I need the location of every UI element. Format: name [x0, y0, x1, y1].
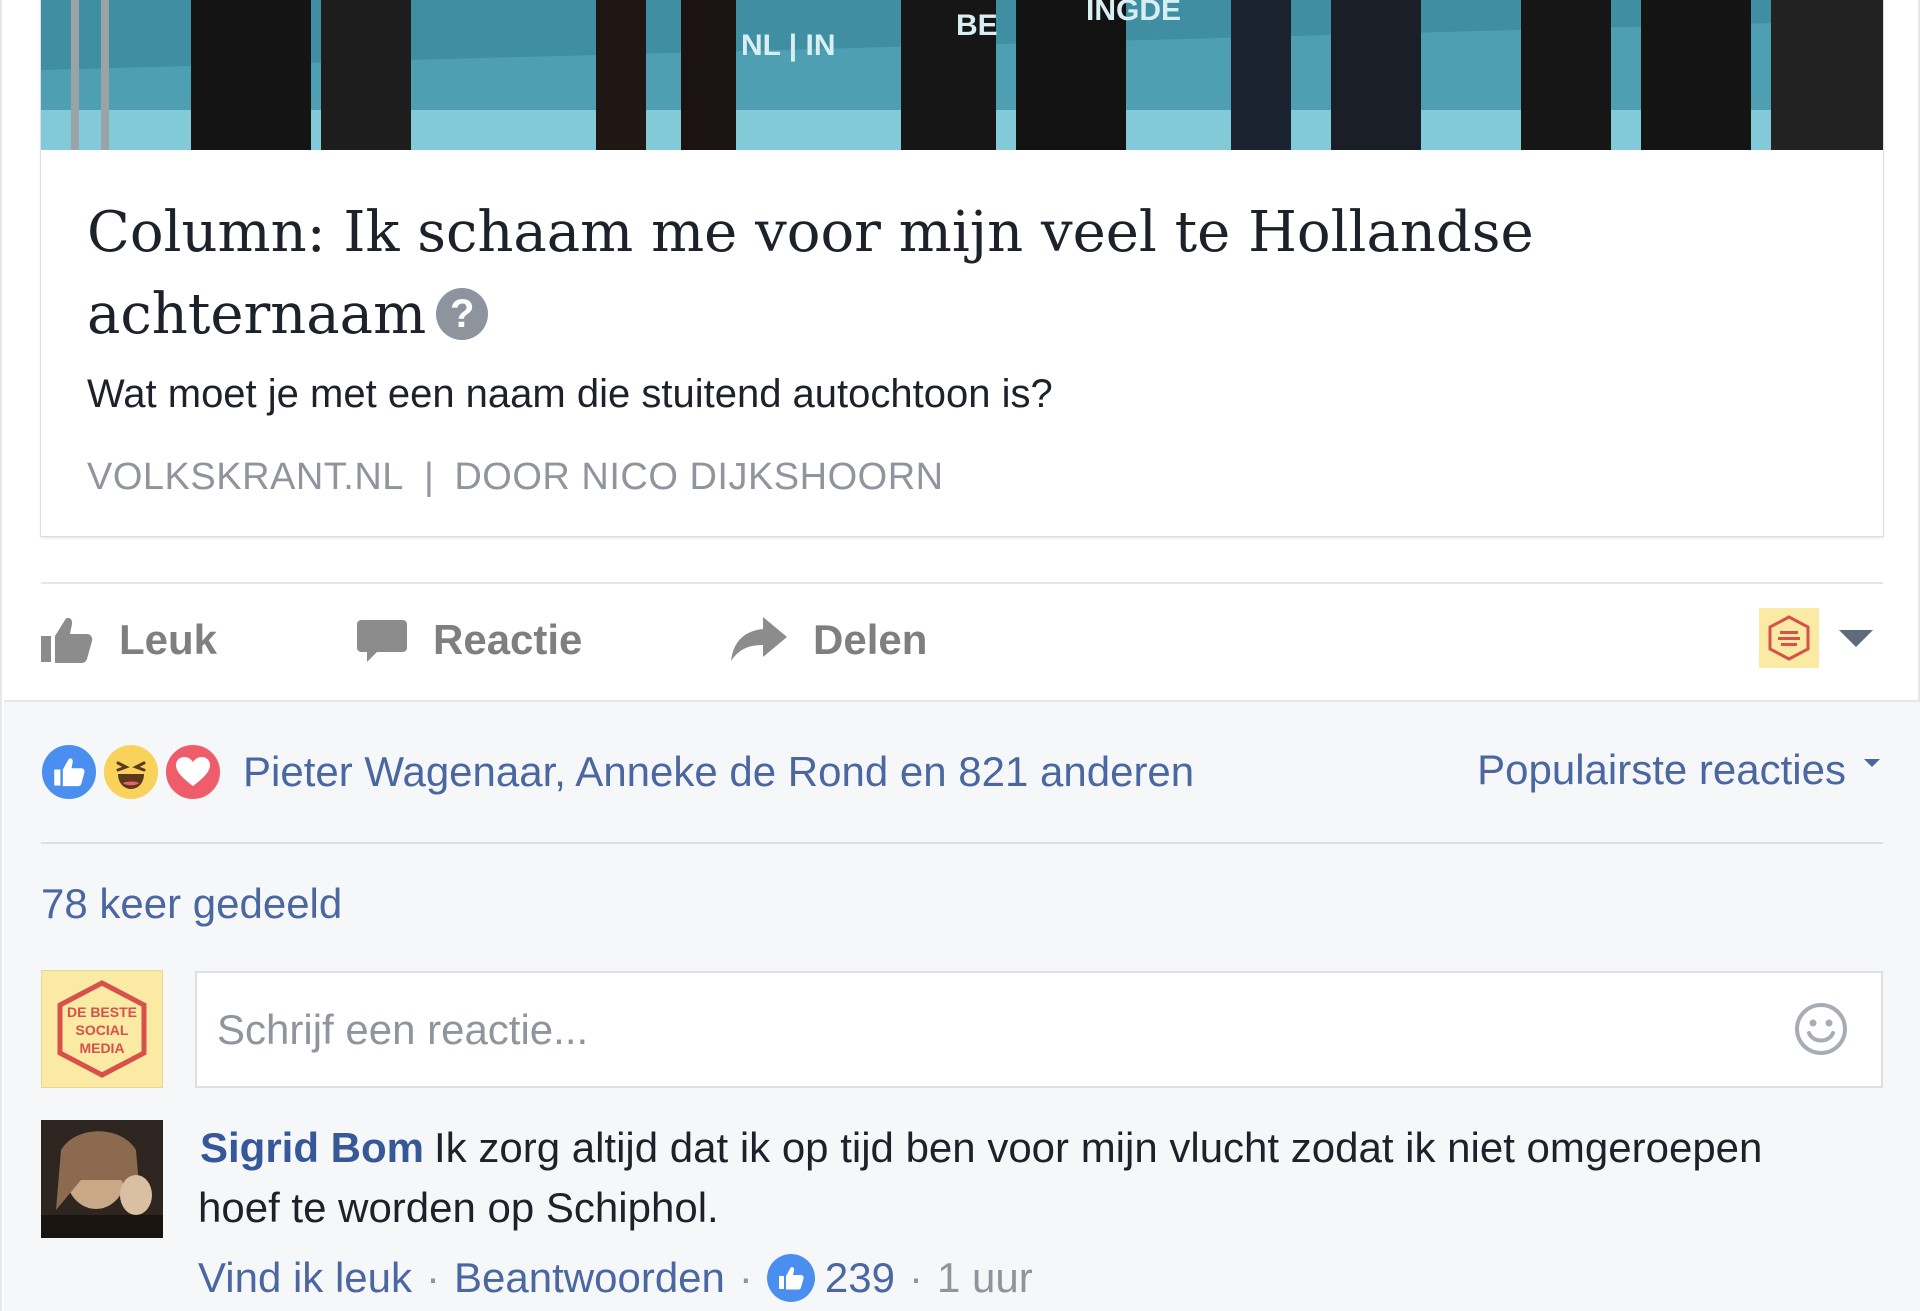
shares-link[interactable]: 78 keer gedeeld	[41, 880, 342, 928]
preview-image[interactable]: NL | IN BE INGDE	[41, 0, 1883, 150]
source-domain: VOLKSKRANT.NL	[87, 456, 404, 498]
action-divider	[41, 582, 1883, 584]
image-text-1: NL | IN	[741, 29, 836, 62]
like-badge-icon	[766, 1254, 815, 1302]
preview-description: Wat moet je met een naam die stuitend au…	[87, 372, 1053, 416]
comment-reply-action[interactable]: Beantwoorden	[454, 1254, 725, 1302]
comment-icon	[357, 620, 407, 662]
comment-label: Reactie	[433, 616, 583, 663]
comment-actions: Vind ik leuk · Beantwoorden · 239 · 1 uu…	[198, 1248, 1033, 1308]
preview-title[interactable]: Column: Ik schaam me voor mijn veel te H…	[87, 192, 1787, 356]
share-label: Delen	[813, 616, 928, 663]
haha-reaction-icon	[101, 742, 161, 802]
preview-title-text[interactable]: Column: Ik schaam me voor mijn veel te H…	[87, 200, 1534, 347]
comment-input[interactable]	[217, 973, 1777, 1086]
love-reaction-icon	[163, 742, 223, 802]
reactors-link[interactable]: Pieter Wagenaar, Anneke de Rond en 821 a…	[243, 748, 1194, 796]
meta-separator: ·	[738, 1254, 753, 1301]
dropdown-caret-icon[interactable]	[1839, 629, 1873, 647]
like-label: Leuk	[119, 616, 218, 663]
logo-text-line-3: MEDIA	[79, 1040, 124, 1056]
image-text-2: BE	[956, 9, 998, 42]
reactions-summary[interactable]: Pieter Wagenaar, Anneke de Rond en 821 a…	[39, 742, 1194, 802]
like-count-value: 239	[824, 1254, 895, 1301]
engagement-divider	[41, 842, 1883, 844]
help-icon[interactable]: ?	[436, 288, 489, 340]
like-button[interactable]: Leuk	[41, 600, 217, 680]
thumbs-up-icon	[41, 617, 93, 663]
share-arrow-icon	[731, 617, 787, 661]
page-selector[interactable]	[1759, 608, 1883, 668]
comment: Sigrid Bom Ik zorg altijd dat ik op tijd …	[198, 1118, 1798, 1238]
post-card: NL | IN BE INGDE Column: Ik schaam me vo…	[0, 0, 1920, 1311]
reaction-icons[interactable]	[39, 742, 229, 802]
comment-button[interactable]: Reactie	[357, 600, 582, 680]
source-author: DOOR NICO DIJKSHOORN	[454, 456, 944, 498]
hexagon-logo-icon	[1768, 615, 1810, 661]
comment-composer[interactable]	[195, 971, 1883, 1088]
source-separator: |	[423, 456, 435, 498]
link-preview-card[interactable]: NL | IN BE INGDE Column: Ik schaam me vo…	[41, 0, 1883, 536]
share-button[interactable]: Delen	[731, 600, 927, 680]
sort-label: Populairste reacties	[1477, 746, 1846, 793]
logo-text-line-2: SOCIAL	[76, 1022, 129, 1038]
emoji-icon[interactable]	[1793, 1001, 1849, 1057]
preview-photo: NL | IN BE INGDE	[41, 0, 1883, 150]
action-bar: Leuk Reactie Delen	[41, 600, 1883, 680]
sort-caret-icon	[1864, 759, 1880, 767]
like-reaction-icon	[39, 742, 99, 802]
comment-like-action[interactable]: Vind ik leuk	[198, 1254, 412, 1302]
image-text-3: INGDE	[1086, 0, 1181, 27]
comment-timestamp[interactable]: 1 uur	[937, 1254, 1033, 1302]
meta-separator: ·	[426, 1254, 441, 1301]
commenter-avatar[interactable]	[41, 1120, 163, 1238]
comment-author-link[interactable]: Sigrid Bom	[200, 1124, 424, 1171]
logo-text-line-1: DE BESTE	[67, 1004, 137, 1020]
sort-comments-dropdown[interactable]: Populairste reacties	[1477, 746, 1880, 794]
composer-avatar[interactable]: DE BESTE SOCIAL MEDIA	[41, 970, 163, 1088]
preview-source: VOLKSKRANT.NL | DOOR NICO DIJKSHOORN	[87, 456, 944, 499]
comment-text: Ik zorg altijd dat ik op tijd ben voor m…	[198, 1124, 1763, 1231]
page-avatar-small	[1759, 608, 1819, 668]
comment-like-count[interactable]: 239	[766, 1254, 895, 1302]
commenter-photo	[41, 1120, 163, 1238]
de-beste-social-media-logo: DE BESTE SOCIAL MEDIA	[57, 980, 147, 1078]
meta-separator: ·	[908, 1254, 923, 1301]
